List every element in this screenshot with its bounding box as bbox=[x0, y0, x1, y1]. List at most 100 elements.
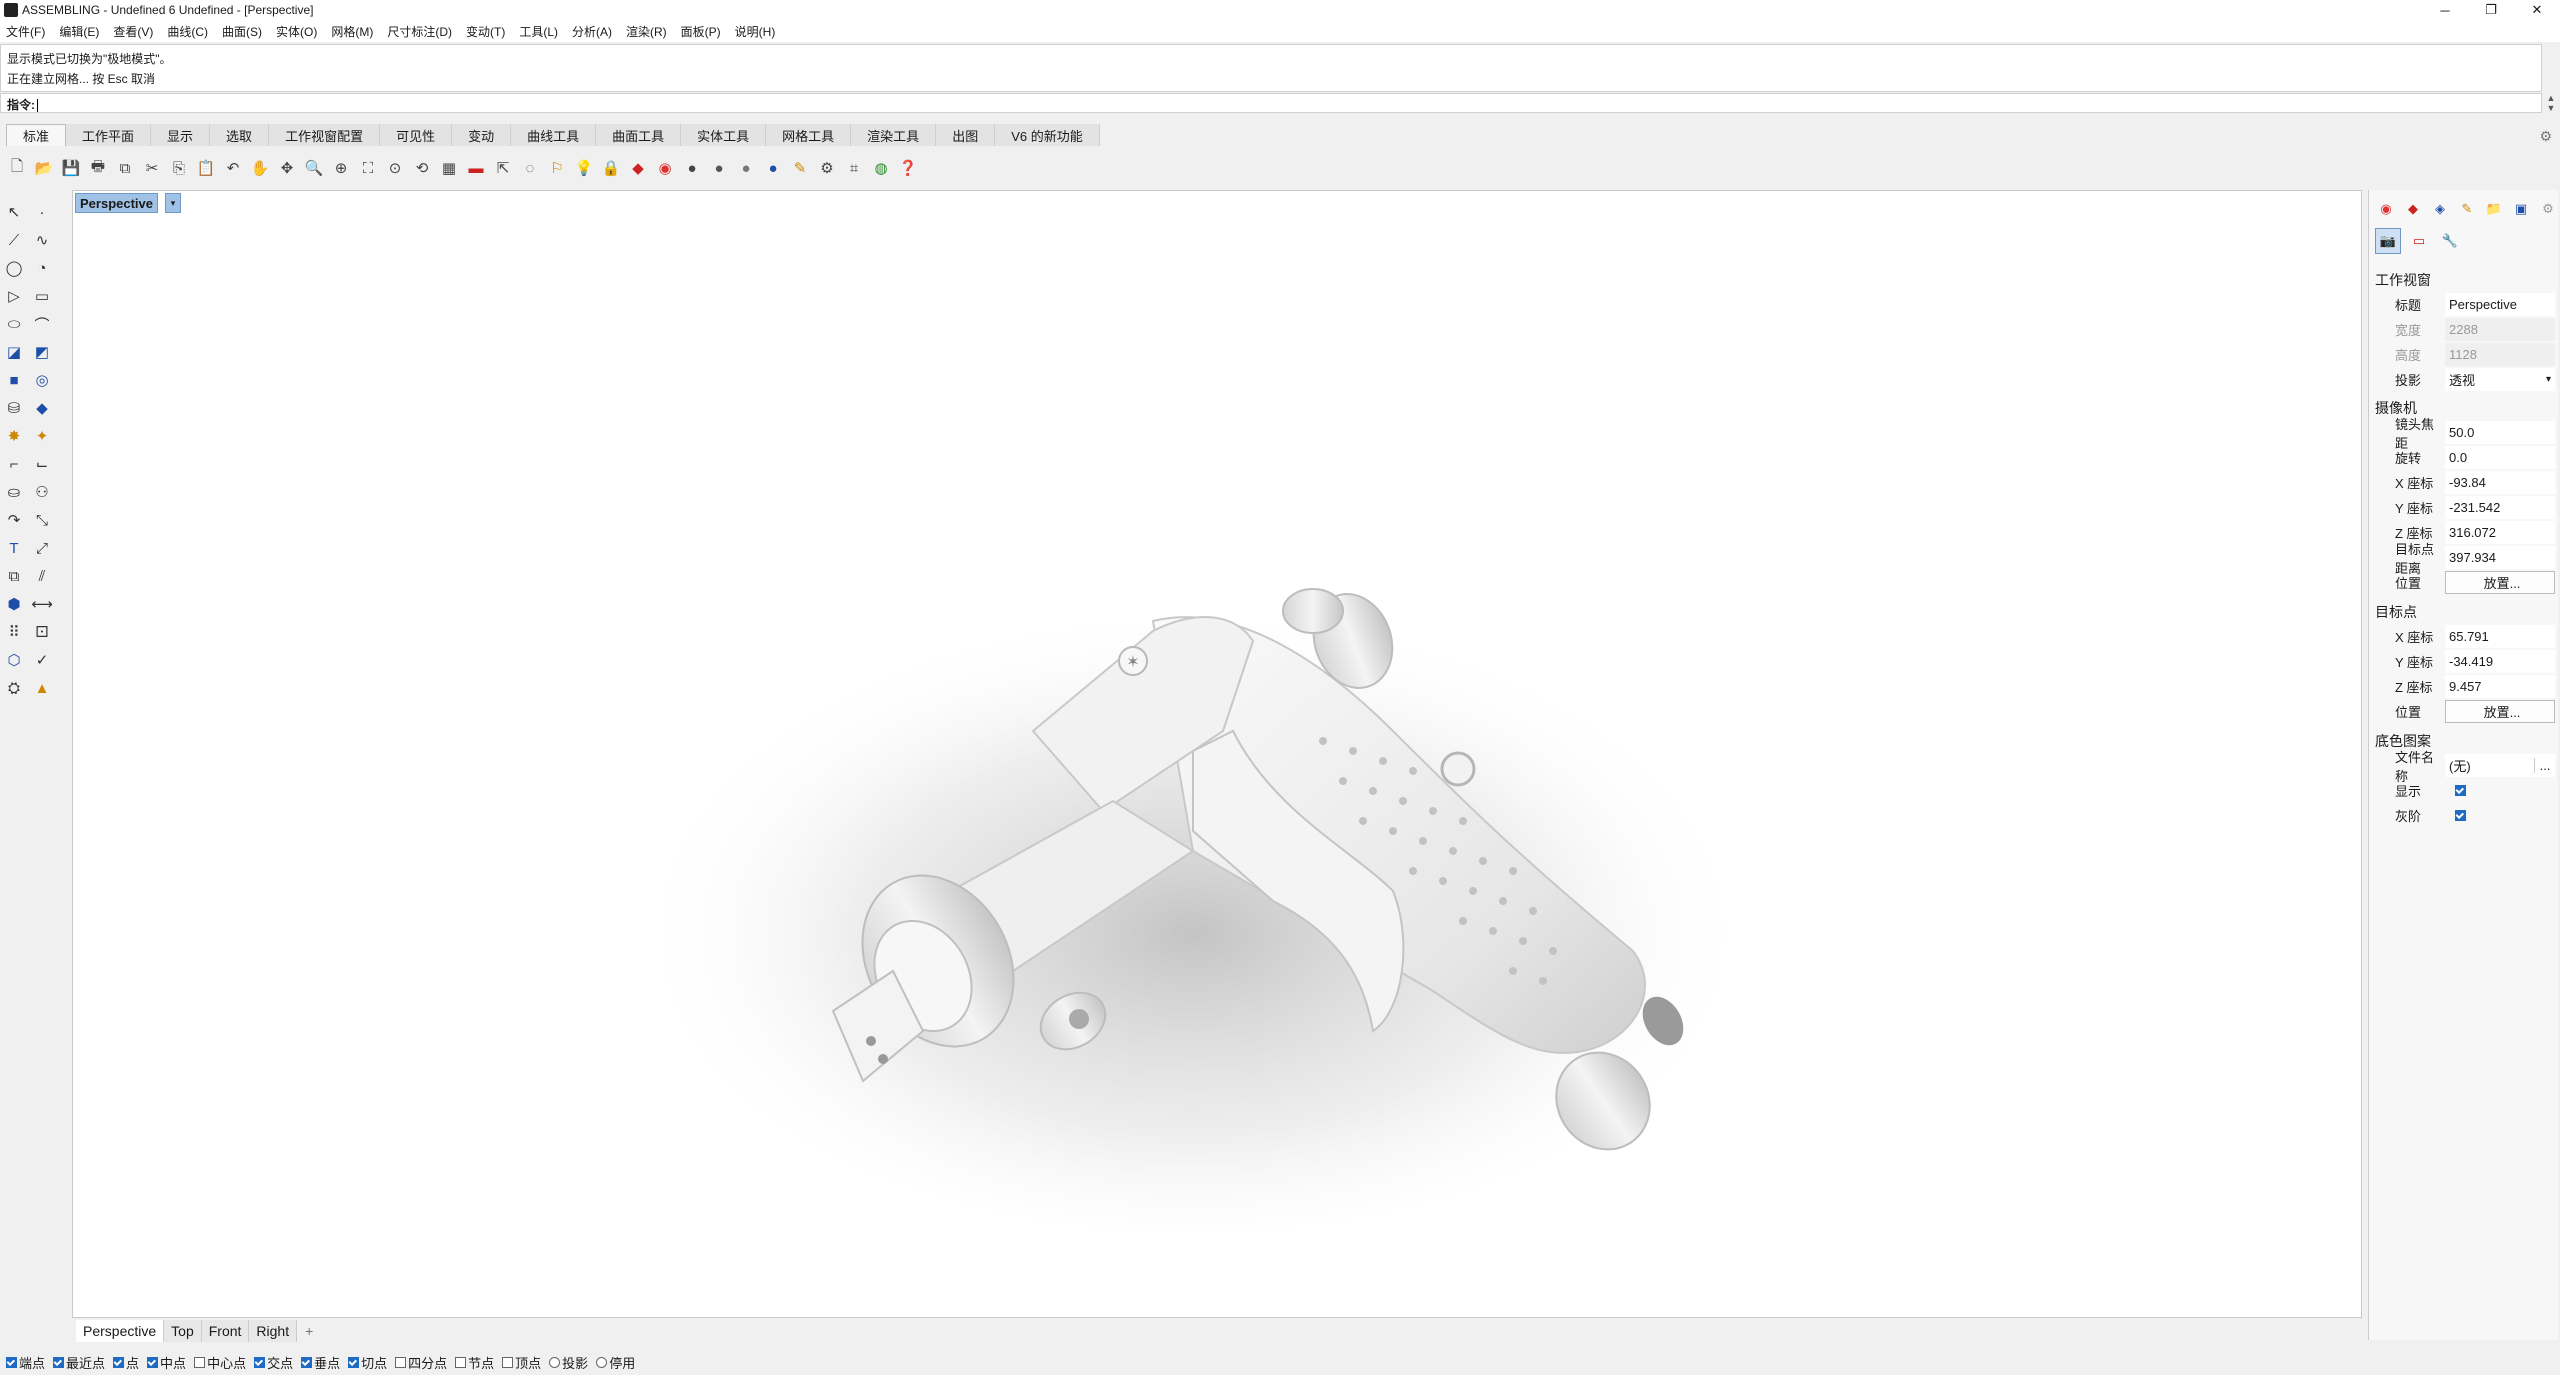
cut-icon[interactable]: ✂ bbox=[141, 157, 163, 179]
render-sphere-icon[interactable]: ● bbox=[681, 157, 703, 179]
open-folder-icon[interactable]: 📂 bbox=[33, 157, 55, 179]
block-icon[interactable]: ⚀ bbox=[30, 621, 54, 643]
minimize-button[interactable]: ─ bbox=[2422, 0, 2468, 20]
osnap-near[interactable]: 最近点 bbox=[53, 1353, 105, 1372]
help-icon[interactable]: ❓ bbox=[897, 157, 919, 179]
view-tab-perspective[interactable]: Perspective bbox=[76, 1320, 165, 1342]
lock-icon[interactable]: 🔒 bbox=[600, 157, 622, 179]
boolean-icon[interactable]: ◎ bbox=[30, 369, 54, 391]
trim-icon[interactable]: ⌐ bbox=[2, 453, 26, 475]
show-wallpaper-checkbox[interactable] bbox=[2455, 785, 2466, 796]
tab-new-in-v6[interactable]: V6 的新功能 bbox=[995, 124, 1100, 146]
camera-icon[interactable]: 📷 bbox=[2375, 228, 2401, 254]
properties-tab-icon[interactable]: ◉ bbox=[2375, 198, 2397, 220]
print-icon[interactable]: 🖶 bbox=[87, 157, 109, 179]
osnap-end[interactable]: 端点 bbox=[6, 1353, 45, 1372]
osnap-quad[interactable]: 四分点 bbox=[395, 1353, 447, 1372]
render-icon[interactable]: ⛭ bbox=[2, 677, 26, 699]
tab-select[interactable]: 选取 bbox=[210, 124, 270, 146]
fillet-curve-icon[interactable]: ⌒ bbox=[30, 313, 54, 335]
tab-drafting[interactable]: 出图 bbox=[936, 124, 996, 146]
paste-icon[interactable]: 📋 bbox=[195, 157, 217, 179]
rendered-sphere-icon[interactable]: ● bbox=[735, 157, 757, 179]
circle-icon[interactable]: ◯ bbox=[2, 257, 26, 279]
select-arrow-icon[interactable]: ↖ bbox=[2, 201, 26, 223]
target-y-field[interactable]: -34.419 bbox=[2445, 650, 2555, 673]
rectangle-icon[interactable]: ▭ bbox=[30, 285, 54, 307]
osnap-tan[interactable]: 切点 bbox=[348, 1353, 387, 1372]
view-tab-right[interactable]: Right bbox=[249, 1320, 298, 1342]
save-icon[interactable]: 💾 bbox=[60, 157, 82, 179]
grayscale-checkbox[interactable] bbox=[2455, 810, 2466, 821]
command-scroll-spinner[interactable]: ▲ ▼ bbox=[2544, 93, 2558, 113]
viewport-title-field[interactable]: Perspective bbox=[2445, 293, 2555, 316]
checkbox[interactable] bbox=[254, 1357, 266, 1368]
pen-icon[interactable]: ✎ bbox=[789, 157, 811, 179]
menu-mesh[interactable]: 网格(M) bbox=[331, 23, 373, 40]
menu-transform[interactable]: 变动(T) bbox=[466, 23, 505, 40]
menu-edit[interactable]: 编辑(E) bbox=[59, 23, 99, 40]
checkbox[interactable] bbox=[502, 1357, 514, 1368]
select-icon[interactable]: ◌ bbox=[519, 157, 541, 179]
properties-color-icon[interactable]: ◉ bbox=[654, 157, 676, 179]
arc-icon[interactable]: ◔ bbox=[30, 257, 54, 279]
polyline-icon[interactable]: ⟋ bbox=[2, 229, 26, 251]
viewport-grid-icon[interactable]: ▦ bbox=[438, 157, 460, 179]
perspective-viewport[interactable]: Perspective ▾ ✶ bbox=[72, 190, 2362, 1318]
zoom-extents-icon[interactable]: ⛶ bbox=[357, 157, 379, 179]
menu-solid[interactable]: 实体(O) bbox=[276, 23, 317, 40]
align-icon[interactable]: ⫽ bbox=[30, 565, 54, 587]
checkbox[interactable] bbox=[53, 1357, 65, 1368]
osnap-knot[interactable]: 节点 bbox=[455, 1353, 494, 1372]
fill-icon[interactable]: ⛀ bbox=[2, 481, 26, 503]
display-tab-icon[interactable]: ▣ bbox=[2510, 198, 2532, 220]
checkbox[interactable] bbox=[455, 1357, 467, 1368]
rotation-field[interactable]: 0.0 bbox=[2445, 446, 2555, 469]
target-distance-field[interactable]: 397.934 bbox=[2445, 546, 2555, 569]
menu-dimension[interactable]: 尺寸标注(D) bbox=[387, 23, 452, 40]
materials-tab-icon[interactable]: ✎ bbox=[2456, 198, 2478, 220]
undo-icon[interactable]: ↶ bbox=[222, 157, 244, 179]
add-viewport-tab-icon[interactable]: + bbox=[297, 1323, 321, 1339]
layer-icon[interactable]: ◆ bbox=[627, 157, 649, 179]
layers-tab-icon[interactable]: ◆ bbox=[2402, 198, 2424, 220]
surface-icon[interactable]: ◪ bbox=[2, 341, 26, 363]
menu-panels[interactable]: 面板(P) bbox=[681, 23, 721, 40]
new-file-icon[interactable]: 🗋 bbox=[6, 157, 28, 179]
polygon-icon[interactable]: ▷ bbox=[2, 285, 26, 307]
tab-visibility[interactable]: 可见性 bbox=[380, 124, 453, 146]
view-tab-front[interactable]: Front bbox=[201, 1320, 250, 1342]
menu-file[interactable]: 文件(F) bbox=[6, 23, 45, 40]
panel-settings-gear-icon[interactable]: ⚙ bbox=[2537, 198, 2559, 220]
tab-mesh-tools[interactable]: 网格工具 bbox=[766, 124, 852, 146]
group-icon[interactable]: ⧉ bbox=[2, 565, 26, 587]
tab-standard[interactable]: 标准 bbox=[6, 124, 67, 146]
check-icon[interactable]: ✓ bbox=[30, 649, 54, 671]
tab-viewport-layout[interactable]: 工作视窗配置 bbox=[269, 124, 381, 146]
menu-curve[interactable]: 曲线(C) bbox=[167, 23, 208, 40]
render-tab-icon[interactable]: ◈ bbox=[2429, 198, 2451, 220]
tab-render-tools[interactable]: 渲染工具 bbox=[851, 124, 937, 146]
mesh-icon[interactable]: ✸ bbox=[2, 425, 26, 447]
tab-curve-tools[interactable]: 曲线工具 bbox=[511, 124, 597, 146]
osnap-point[interactable]: 点 bbox=[113, 1353, 139, 1372]
osnap-disable[interactable]: 停用 bbox=[596, 1353, 635, 1372]
analyze-icon[interactable]: ⬡ bbox=[2, 649, 26, 671]
array-icon[interactable]: ⠿ bbox=[2, 621, 26, 643]
projection-select[interactable]: 透视 ▾ bbox=[2445, 368, 2555, 391]
light-bulb-icon[interactable]: 💡 bbox=[573, 157, 595, 179]
camera-x-field[interactable]: -93.84 bbox=[2445, 471, 2555, 494]
rotate-icon[interactable]: ↷ bbox=[2, 509, 26, 531]
tab-transform[interactable]: 变动 bbox=[452, 124, 512, 146]
osnap-center[interactable]: 中心点 bbox=[194, 1353, 246, 1372]
tab-cplanes[interactable]: 工作平面 bbox=[66, 124, 152, 146]
close-button[interactable]: ✕ bbox=[2514, 0, 2560, 20]
viewport-title[interactable]: Perspective bbox=[75, 193, 158, 213]
osnap-perp[interactable]: 垂点 bbox=[301, 1353, 340, 1372]
wrench-icon[interactable]: 🔧 bbox=[2437, 228, 2463, 254]
radio[interactable] bbox=[596, 1357, 608, 1368]
wallpaper-file-field[interactable]: (无)... bbox=[2445, 754, 2555, 777]
menu-analyze[interactable]: 分析(A) bbox=[572, 23, 612, 40]
zoom-selected-icon[interactable]: ⊙ bbox=[384, 157, 406, 179]
zoom-window-icon[interactable]: ⊕ bbox=[330, 157, 352, 179]
